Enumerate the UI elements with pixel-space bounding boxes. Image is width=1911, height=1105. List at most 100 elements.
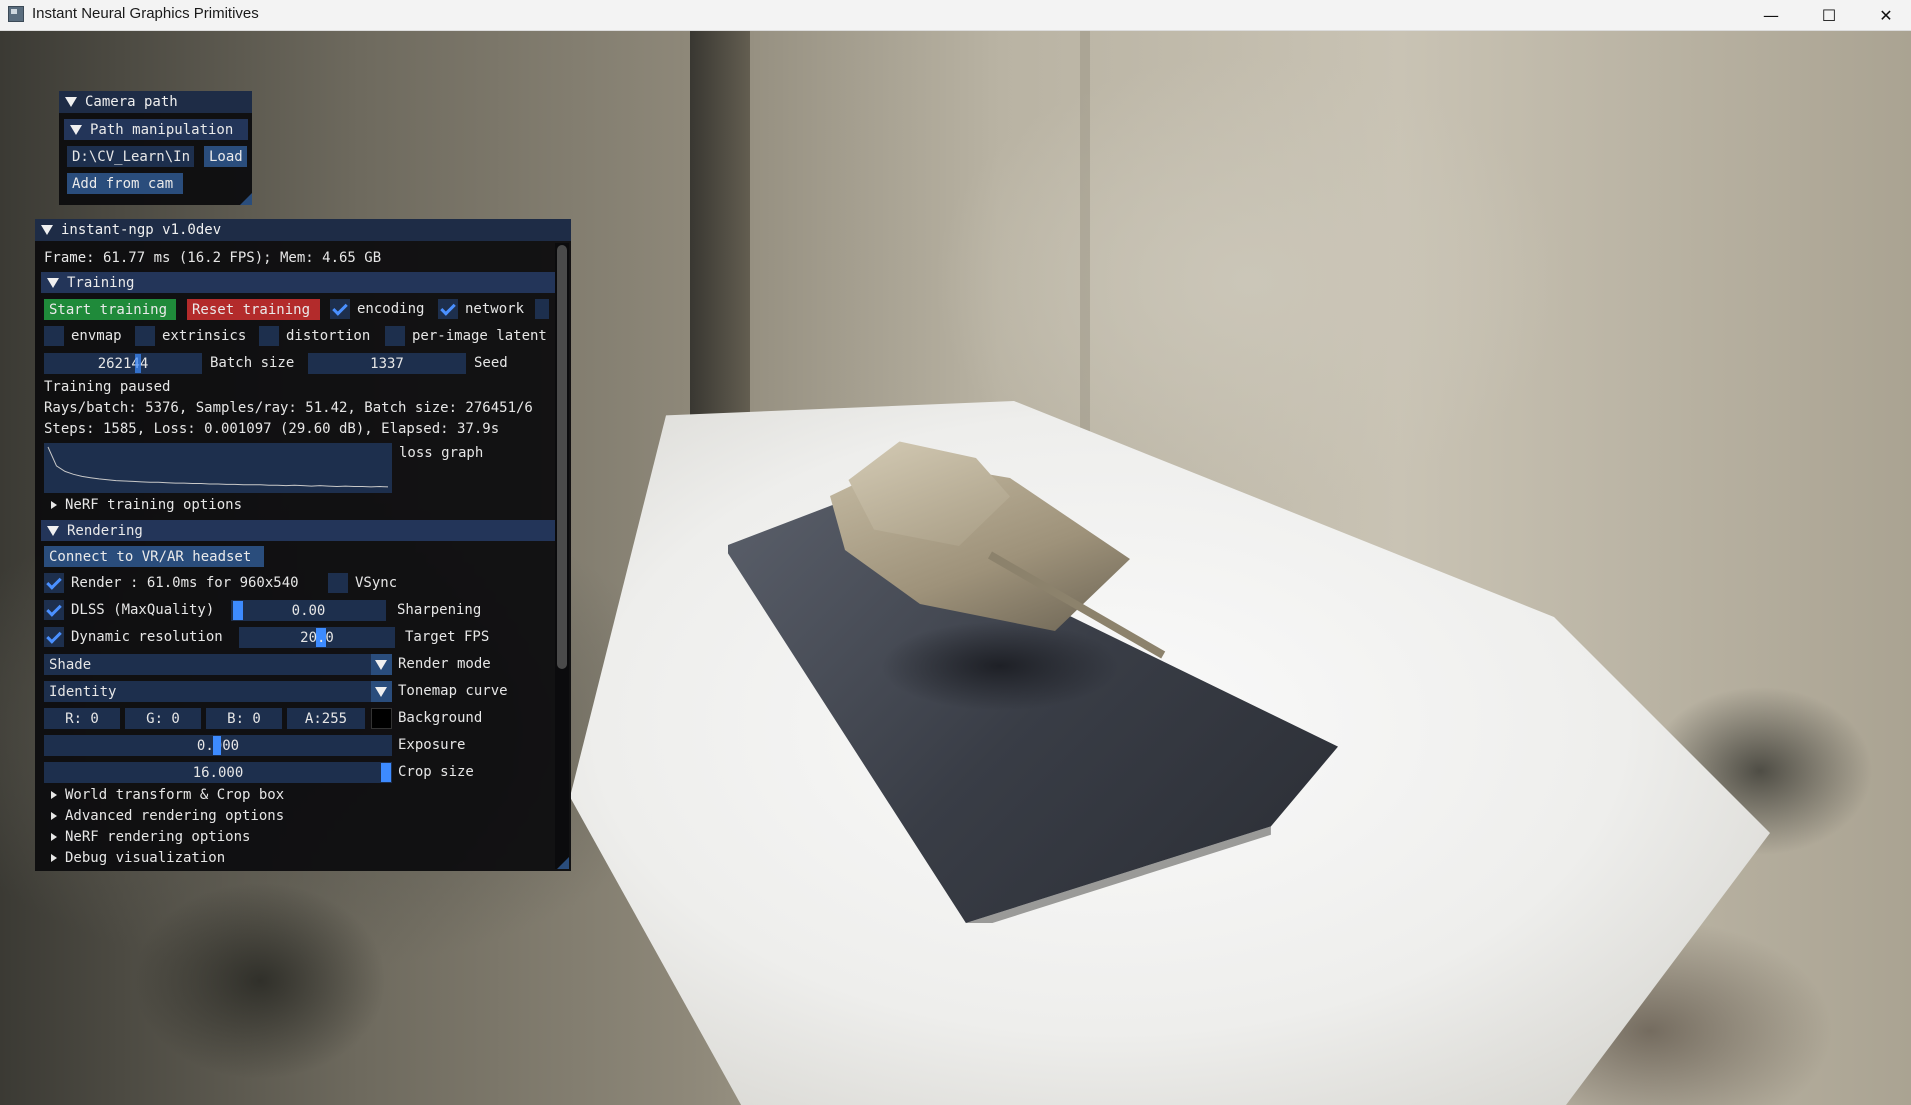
- crop-size-label: Crop size: [398, 764, 474, 780]
- start-training-button[interactable]: Start training: [44, 299, 176, 320]
- batch-size-cursor: [135, 354, 141, 373]
- resize-grip-icon[interactable]: [240, 193, 252, 205]
- render-checkbox[interactable]: [44, 573, 64, 593]
- tonemap-dropdown-button[interactable]: [371, 681, 392, 702]
- sharpening-value: 0.00: [291, 602, 326, 619]
- world-transform-label: World transform & Crop box: [65, 787, 285, 803]
- target-fps-label: Target FPS: [405, 629, 490, 645]
- render-mode-label: Render mode: [398, 656, 491, 672]
- tonemap-label: Tonemap curve: [398, 683, 508, 699]
- path-input[interactable]: D:\CV_Learn\In: [67, 146, 194, 167]
- debug-visualization-header[interactable]: Debug visualization: [35, 850, 225, 866]
- loss-graph-label: loss graph: [399, 445, 484, 461]
- rays-info: Rays/batch: 5376, Samples/ray: 51.42, Ba…: [44, 400, 533, 416]
- connect-vr-button[interactable]: Connect to VR/AR headset: [44, 546, 264, 567]
- load-button[interactable]: Load: [204, 146, 247, 167]
- distortion-label: distortion: [286, 328, 371, 344]
- advanced-rendering-label: Advanced rendering options: [65, 808, 285, 824]
- app-icon: [8, 6, 24, 22]
- batch-size-label: Batch size: [210, 355, 295, 371]
- tank-shadow: [880, 621, 1120, 711]
- add-from-cam-button[interactable]: Add from cam: [67, 173, 183, 194]
- close-button[interactable]: ✕: [1858, 0, 1911, 30]
- nerf-rendering-label: NeRF rendering options: [65, 829, 251, 845]
- exposure-slider-grab[interactable]: [213, 736, 221, 755]
- expand-arrow-icon: [51, 812, 57, 820]
- scrollbar-thumb[interactable]: [557, 245, 567, 669]
- path-manipulation-header[interactable]: Path manipulation: [64, 119, 248, 140]
- crop-size-slider[interactable]: 16.000: [44, 762, 392, 783]
- collapse-arrow-icon: [41, 225, 53, 235]
- chevron-down-icon: [375, 660, 387, 670]
- bg-r-input[interactable]: R: 0: [44, 708, 120, 729]
- dynamic-resolution-checkbox[interactable]: [44, 627, 64, 647]
- seed-value: 1337: [370, 355, 404, 372]
- render-label: Render : 61.0ms for 960x540: [71, 575, 299, 591]
- target-fps-slider[interactable]: 20.0: [239, 627, 395, 648]
- camera-path-title: Camera path: [85, 94, 178, 110]
- dlss-label: DLSS (MaxQuality): [71, 602, 215, 618]
- distortion-checkbox[interactable]: [259, 326, 279, 346]
- crop-size-slider-grab[interactable]: [381, 763, 391, 782]
- per-image-latent-checkbox[interactable]: [385, 326, 405, 346]
- window-titlebar: Instant Neural Graphics Primitives — ☐ ✕: [0, 0, 1911, 31]
- nerf-training-options-header[interactable]: NeRF training options: [35, 497, 242, 513]
- loss-graph: [44, 443, 392, 493]
- render-mode-value: Shade: [49, 656, 92, 673]
- expand-arrow-icon: [51, 501, 57, 509]
- vsync-checkbox[interactable]: [328, 573, 348, 593]
- tonemap-value: Identity: [49, 683, 117, 700]
- encoding-checkbox[interactable]: [330, 299, 350, 319]
- nerf-rendering-header[interactable]: NeRF rendering options: [35, 829, 250, 845]
- training-section-header[interactable]: Training: [41, 272, 555, 293]
- nerf-training-options-label: NeRF training options: [65, 497, 243, 513]
- crop-size-value: 16.000: [192, 764, 244, 781]
- background-label: Background: [398, 710, 483, 726]
- dlss-checkbox[interactable]: [44, 600, 64, 620]
- batch-size-input[interactable]: 262144: [44, 353, 202, 374]
- frame-info: Frame: 61.77 ms (16.2 FPS); Mem: 4.65 GB: [44, 250, 382, 266]
- render-mode-dropdown-button[interactable]: [371, 654, 392, 675]
- main-window: instant-ngp v1.0dev Frame: 61.77 ms (16.…: [35, 219, 571, 871]
- camera-path-header[interactable]: Camera path: [59, 91, 252, 113]
- bg-g-input[interactable]: G: 0: [125, 708, 201, 729]
- per-image-latent-label: per-image latent: [412, 328, 547, 344]
- dynamic-resolution-label: Dynamic resolution: [71, 629, 223, 645]
- scrollbar-track[interactable]: [555, 243, 569, 869]
- main-window-header[interactable]: instant-ngp v1.0dev: [35, 219, 571, 241]
- sharpening-slider[interactable]: 0.00: [231, 600, 386, 621]
- collapse-arrow-icon: [70, 124, 82, 135]
- collapse-arrow-icon: [47, 525, 59, 536]
- exposure-label: Exposure: [398, 737, 466, 753]
- envmap-checkbox[interactable]: [44, 326, 64, 346]
- tonemap-combo[interactable]: Identity: [44, 681, 392, 702]
- chevron-down-icon: [375, 687, 387, 697]
- sharpening-slider-grab[interactable]: [233, 601, 243, 620]
- extrinsics-checkbox[interactable]: [135, 326, 155, 346]
- reset-training-button[interactable]: Reset training: [187, 299, 320, 320]
- collapse-arrow-icon: [65, 97, 77, 107]
- background-color-swatch[interactable]: [371, 708, 392, 729]
- envmap-label: envmap: [71, 328, 122, 344]
- collapse-arrow-icon: [47, 277, 59, 288]
- bg-b-input[interactable]: B: 0: [206, 708, 282, 729]
- extrinsics-label: extrinsics: [162, 328, 247, 344]
- world-transform-header[interactable]: World transform & Crop box: [35, 787, 284, 803]
- bg-a-input[interactable]: A:255: [287, 708, 365, 729]
- training-status: Training paused: [44, 379, 171, 395]
- rendering-section-label: Rendering: [67, 522, 143, 539]
- path-manipulation-label: Path manipulation: [90, 121, 234, 138]
- camera-path-window: Camera path Path manipulation D:\CV_Lear…: [59, 91, 252, 205]
- sharpening-label: Sharpening: [397, 602, 482, 618]
- network-checkbox[interactable]: [438, 299, 458, 319]
- minimize-button[interactable]: —: [1743, 0, 1799, 30]
- render-mode-combo[interactable]: Shade: [44, 654, 392, 675]
- overflow-checkbox[interactable]: [535, 299, 549, 319]
- encoding-label: encoding: [357, 301, 425, 317]
- maximize-button[interactable]: ☐: [1801, 0, 1857, 30]
- resize-grip-icon[interactable]: [557, 857, 569, 869]
- rendering-section-header[interactable]: Rendering: [41, 520, 555, 541]
- advanced-rendering-header[interactable]: Advanced rendering options: [35, 808, 284, 824]
- main-window-title: instant-ngp v1.0dev: [61, 222, 222, 238]
- seed-input[interactable]: 1337: [308, 353, 466, 374]
